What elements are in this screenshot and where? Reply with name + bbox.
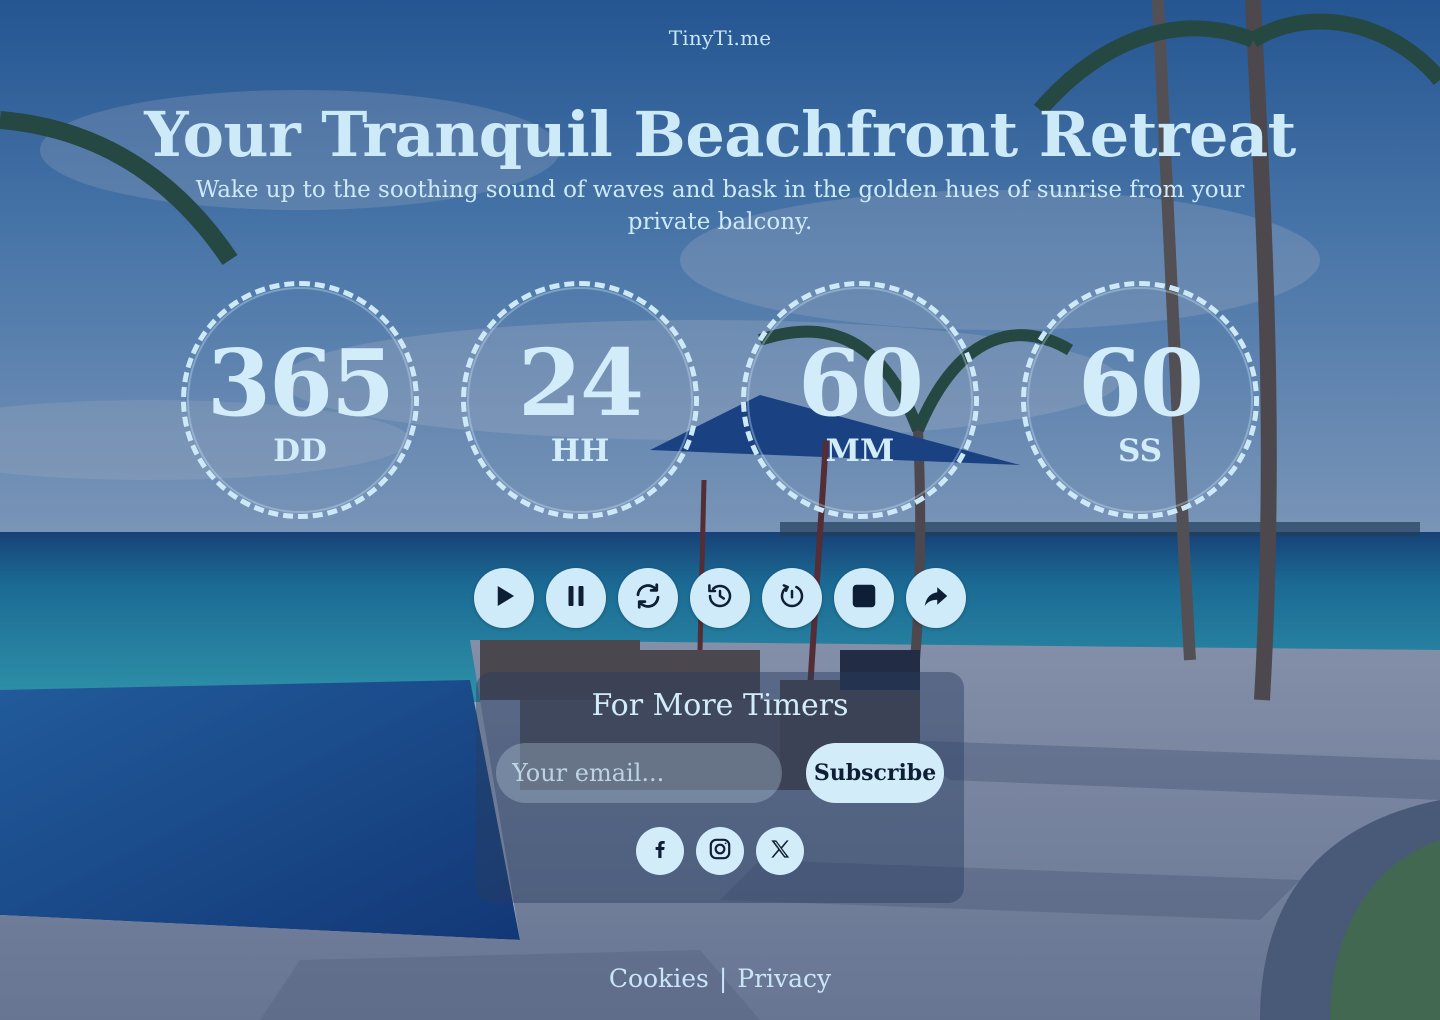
timer-days-value: 365 <box>206 329 395 437</box>
timer-days-unit: DD <box>273 433 327 469</box>
countdown: 365 DD 24 HH 60 MM 60 SS <box>0 281 1440 519</box>
x-link[interactable] <box>756 827 804 875</box>
footer-separator: | <box>718 964 728 993</box>
brand-logo[interactable]: TinyTi.me <box>0 26 1440 50</box>
timer-controls <box>474 568 968 628</box>
subscribe-button[interactable]: Subscribe <box>806 743 944 803</box>
pause-button[interactable] <box>546 568 606 628</box>
share-icon <box>921 581 951 615</box>
timer-seconds-unit: SS <box>1117 433 1163 469</box>
stop-icon <box>849 581 879 615</box>
subscribe-heading: For More Timers <box>591 688 849 723</box>
facebook-link[interactable] <box>636 827 684 875</box>
timer-days: 365 DD <box>181 281 419 519</box>
facebook-icon <box>648 837 672 865</box>
timer-minutes-unit: MM <box>825 433 895 469</box>
timer-hours: 24 HH <box>461 281 699 519</box>
instagram-icon <box>707 836 733 866</box>
x-icon <box>767 836 793 866</box>
restart-icon <box>777 581 807 615</box>
timer-hours-value: 24 <box>517 329 644 437</box>
timer-minutes: 60 MM <box>741 281 979 519</box>
share-button[interactable] <box>906 568 966 628</box>
privacy-link[interactable]: Privacy <box>737 964 831 993</box>
timer-seconds-value: 60 <box>1077 329 1204 437</box>
timer-hours-unit: HH <box>550 433 610 469</box>
restart-button[interactable] <box>762 568 822 628</box>
refresh-button[interactable] <box>618 568 678 628</box>
play-icon <box>489 581 519 615</box>
play-button[interactable] <box>474 568 534 628</box>
footer: Cookies | Privacy <box>0 962 1440 996</box>
cookies-link[interactable]: Cookies <box>609 964 709 993</box>
page-subtitle: Wake up to the soothing sound of waves a… <box>195 177 1245 235</box>
page-title: Your Tranquil Beachfront Retreat <box>144 98 1296 171</box>
instagram-link[interactable] <box>696 827 744 875</box>
social-links <box>636 827 806 875</box>
refresh-icon <box>633 581 663 615</box>
history-button[interactable] <box>690 568 750 628</box>
stop-button[interactable] <box>834 568 894 628</box>
timer-seconds: 60 SS <box>1021 281 1259 519</box>
history-icon <box>705 581 735 615</box>
email-input[interactable] <box>496 743 782 803</box>
timer-minutes-value: 60 <box>797 329 924 437</box>
pause-icon <box>561 581 591 615</box>
